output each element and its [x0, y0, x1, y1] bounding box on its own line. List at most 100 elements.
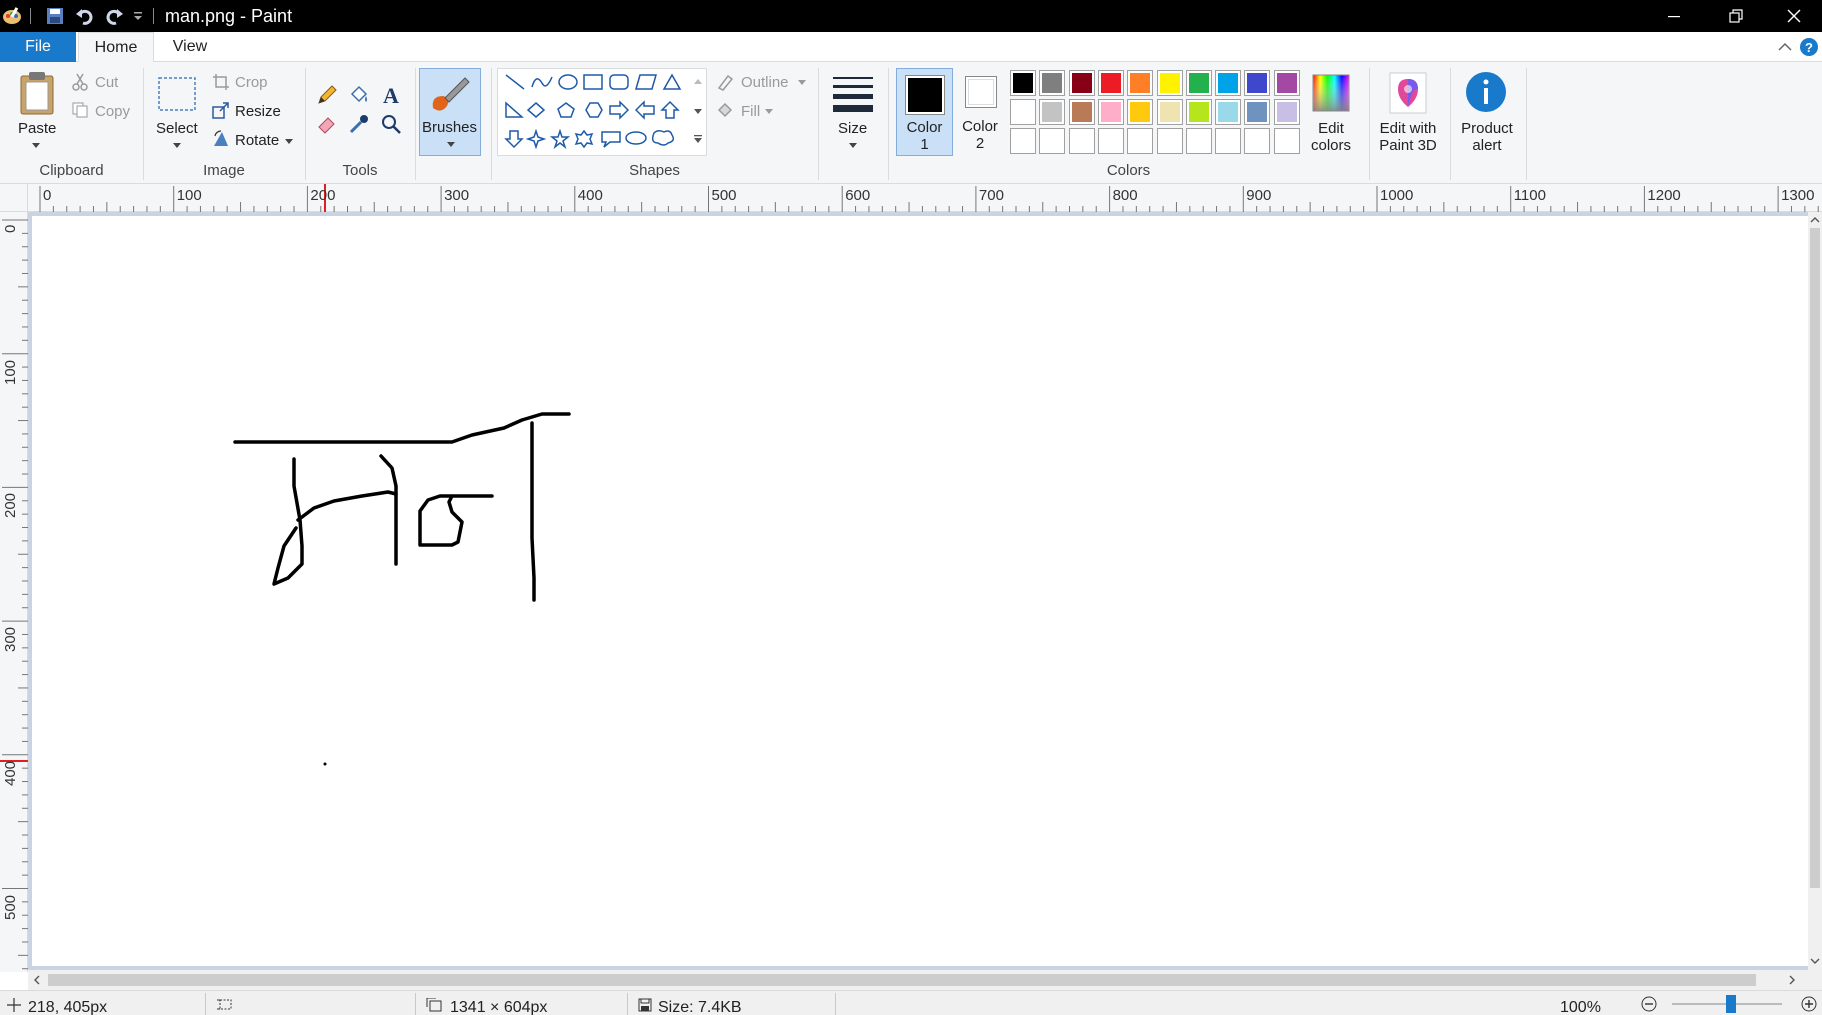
palette-swatch[interactable]	[1185, 128, 1212, 154]
palette-swatch[interactable]	[1068, 70, 1095, 96]
palette-swatch[interactable]	[1215, 70, 1242, 96]
redo-icon[interactable]	[101, 0, 127, 32]
palette-swatch[interactable]	[1097, 70, 1124, 96]
rotate-icon	[211, 129, 231, 149]
vertical-scroll-thumb[interactable]	[1810, 228, 1820, 888]
size-icon[interactable]	[830, 72, 876, 116]
color2-button[interactable]	[965, 76, 997, 108]
selection-size-icon	[216, 997, 234, 1013]
fill-icon[interactable]	[346, 82, 372, 108]
palette-swatch[interactable]	[1068, 99, 1095, 125]
resize-button[interactable]: Resize	[235, 103, 281, 120]
size-dropdown-icon[interactable]	[847, 140, 859, 150]
svg-text:A: A	[383, 84, 399, 106]
edit-colors-button[interactable]: Edit colors	[1302, 120, 1360, 154]
text-icon[interactable]: A	[378, 82, 404, 108]
eraser-icon[interactable]	[314, 111, 340, 137]
scroll-down-icon[interactable]	[1808, 954, 1822, 968]
restore-button[interactable]	[1705, 0, 1767, 32]
palette-swatch[interactable]	[1273, 128, 1300, 154]
horizontal-scrollbar[interactable]	[28, 970, 1822, 990]
zoom-out-icon[interactable]	[1640, 995, 1658, 1013]
palette-swatch[interactable]	[1039, 99, 1066, 125]
scroll-right-icon[interactable]	[1784, 970, 1800, 990]
vertical-scrollbar[interactable]	[1808, 212, 1822, 970]
cut-button[interactable]: Cut	[95, 74, 118, 91]
palette-swatch[interactable]	[1039, 128, 1066, 154]
color1-button[interactable]: Color 1	[896, 68, 953, 156]
palette-swatch[interactable]	[1244, 128, 1271, 154]
help-icon[interactable]: ?	[1798, 36, 1820, 58]
paste-icon[interactable]	[14, 68, 60, 118]
select-dropdown-icon[interactable]	[171, 140, 183, 150]
shapes-more-icon[interactable]	[690, 129, 706, 149]
fill-button[interactable]: Fill	[741, 103, 760, 120]
palette-swatch[interactable]	[1127, 128, 1154, 154]
fill-dropdown-icon[interactable]	[764, 106, 774, 116]
edit-with-paint3d-button[interactable]: Edit with Paint 3D	[1370, 120, 1446, 154]
palette-swatch[interactable]	[1215, 99, 1242, 125]
collapse-ribbon-icon[interactable]	[1774, 36, 1796, 58]
magnifier-icon[interactable]	[378, 111, 404, 137]
crop-button[interactable]: Crop	[235, 74, 268, 91]
brushes-button[interactable]: Brushes	[419, 68, 481, 156]
scroll-left-icon[interactable]	[28, 970, 44, 990]
zoom-slider-thumb[interactable]	[1726, 995, 1736, 1013]
paint-app-icon[interactable]	[0, 0, 24, 32]
palette-swatch[interactable]	[1156, 128, 1183, 154]
size-button[interactable]: Size	[838, 120, 867, 137]
outline-dropdown-icon[interactable]	[797, 77, 807, 87]
palette-swatch[interactable]	[1215, 128, 1242, 154]
tab-file[interactable]: File	[0, 32, 76, 62]
palette-swatch[interactable]	[1244, 99, 1271, 125]
palette-swatch[interactable]	[1185, 99, 1212, 125]
palette-swatch[interactable]	[1068, 128, 1095, 154]
tab-view[interactable]: View	[158, 32, 222, 62]
save-icon[interactable]	[42, 0, 68, 32]
shapes-scroll-up-icon[interactable]	[690, 71, 706, 91]
palette-swatch[interactable]	[1097, 99, 1124, 125]
undo-icon[interactable]	[72, 0, 98, 32]
rotate-button[interactable]: Rotate	[235, 132, 279, 149]
palette-swatch[interactable]	[1156, 70, 1183, 96]
palette-swatch[interactable]	[1156, 99, 1183, 125]
palette-swatch[interactable]	[1010, 70, 1036, 96]
edit-colors-icon[interactable]	[1310, 72, 1352, 114]
rotate-dropdown-icon[interactable]	[284, 136, 294, 146]
drawing-canvas[interactable]	[32, 216, 1810, 966]
palette-swatch[interactable]	[1273, 99, 1300, 125]
minimize-button[interactable]	[1643, 0, 1705, 32]
palette-swatch[interactable]	[1039, 70, 1066, 96]
product-alert-button[interactable]: Product alert	[1450, 120, 1524, 154]
customize-toolbar-icon[interactable]	[131, 0, 145, 32]
zoom-in-icon[interactable]	[1800, 995, 1818, 1013]
palette-swatch[interactable]	[1273, 70, 1300, 96]
stroke-right-vertical	[530, 421, 536, 602]
stroke-top-bar	[233, 412, 571, 444]
palette-swatch[interactable]	[1127, 99, 1154, 125]
paste-dropdown-icon[interactable]	[30, 140, 42, 150]
product-alert-icon[interactable]	[1464, 70, 1508, 114]
copy-button[interactable]: Copy	[95, 103, 130, 120]
select-button[interactable]: Select	[156, 120, 198, 137]
color-picker-icon[interactable]	[346, 111, 372, 137]
pencil-icon[interactable]	[314, 82, 340, 108]
scroll-up-icon[interactable]	[1808, 212, 1822, 226]
palette-swatch[interactable]	[1244, 70, 1271, 96]
horizontal-scroll-thumb[interactable]	[48, 974, 1756, 986]
ruler-label: 0	[2, 224, 19, 233]
palette-swatch[interactable]	[1127, 70, 1154, 96]
shapes-scroll-down-icon[interactable]	[690, 101, 706, 121]
palette-swatch[interactable]	[1185, 70, 1212, 96]
palette-swatch[interactable]	[1097, 128, 1124, 154]
outline-icon	[714, 72, 736, 92]
outline-button[interactable]: Outline	[741, 74, 789, 91]
close-button[interactable]	[1765, 0, 1822, 32]
ruler-label: 700	[978, 187, 1004, 204]
palette-swatch[interactable]	[1010, 128, 1036, 154]
palette-swatch[interactable]	[1010, 99, 1036, 125]
paste-button[interactable]: Paste	[18, 120, 56, 137]
paint3d-icon[interactable]	[1386, 70, 1430, 116]
select-icon[interactable]	[156, 74, 198, 114]
tab-home[interactable]: Home	[78, 32, 154, 63]
